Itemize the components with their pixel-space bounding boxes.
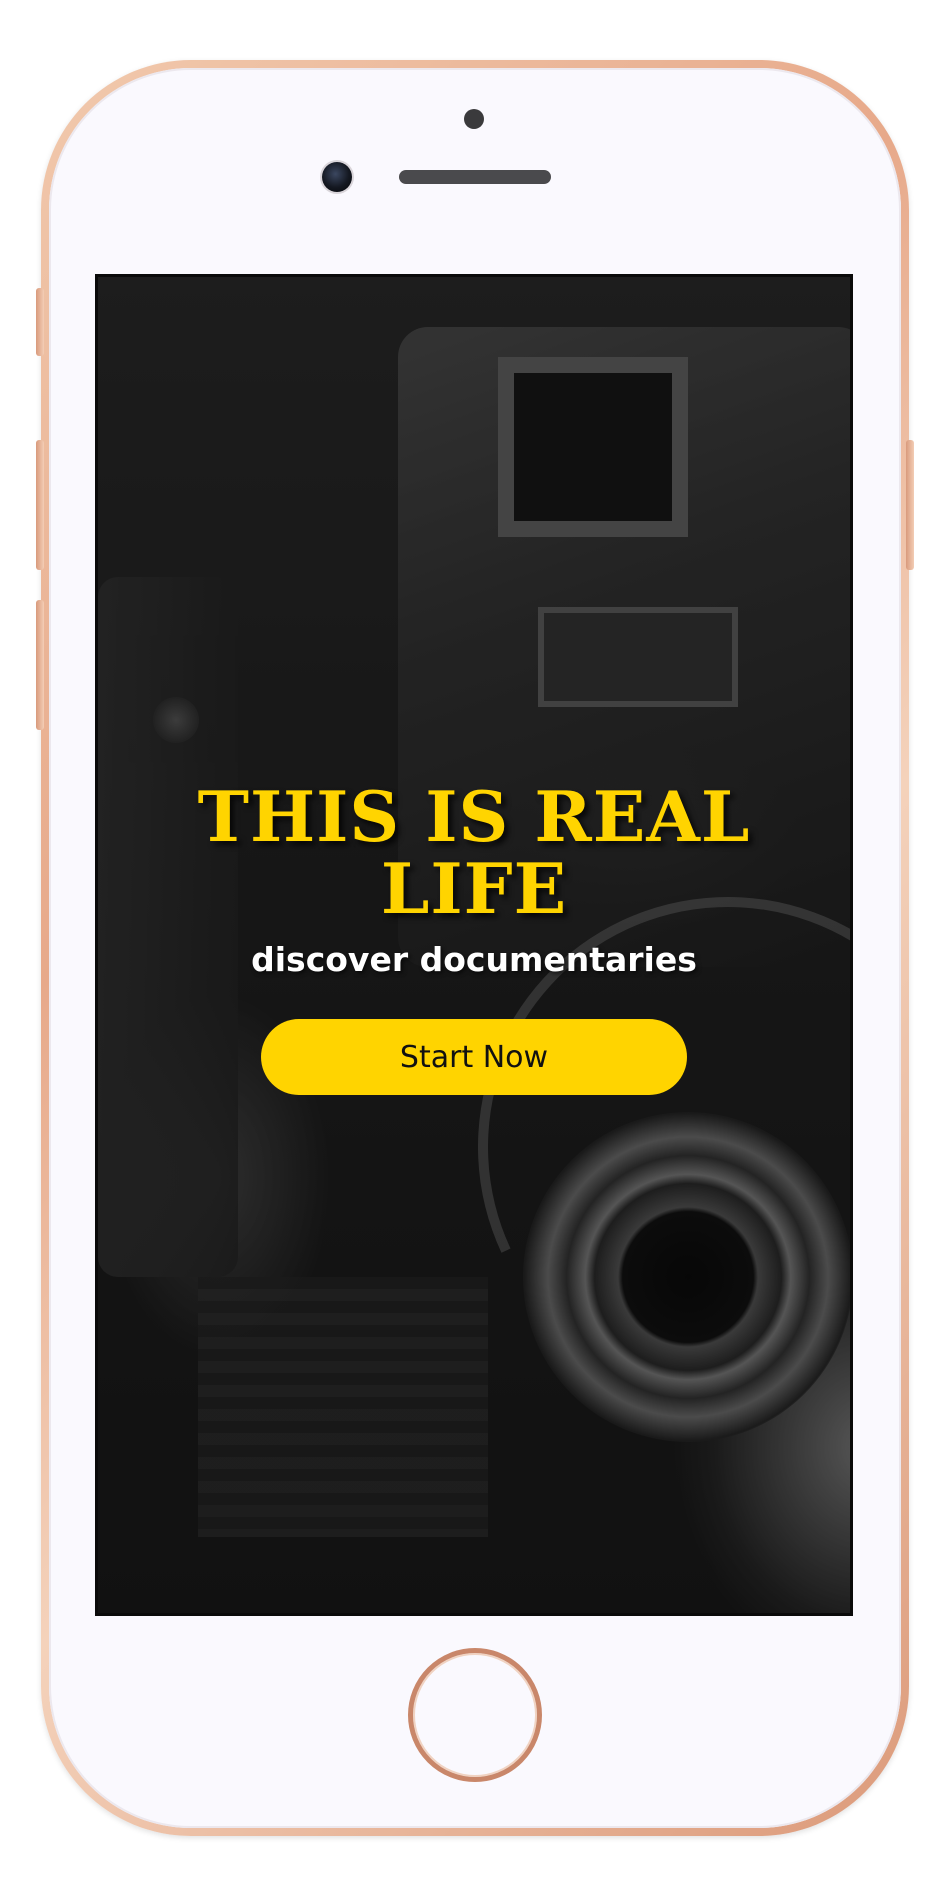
phone-screen: THIS IS REAL LIFE discover documentaries… xyxy=(95,274,853,1616)
volume-up-button xyxy=(36,440,44,570)
proximity-sensor-icon xyxy=(464,109,484,129)
hero-content: THIS IS REAL LIFE discover documentaries… xyxy=(98,782,850,1095)
hero-subtitle: discover documentaries xyxy=(251,940,697,979)
power-button xyxy=(906,440,914,570)
volume-down-button xyxy=(36,600,44,730)
home-button[interactable] xyxy=(408,1648,542,1782)
mute-switch xyxy=(36,288,44,356)
hero-title: THIS IS REAL LIFE xyxy=(197,777,751,930)
front-camera-icon xyxy=(322,162,352,192)
start-now-button[interactable]: Start Now xyxy=(261,1019,687,1095)
speaker-grille-icon xyxy=(399,170,551,184)
